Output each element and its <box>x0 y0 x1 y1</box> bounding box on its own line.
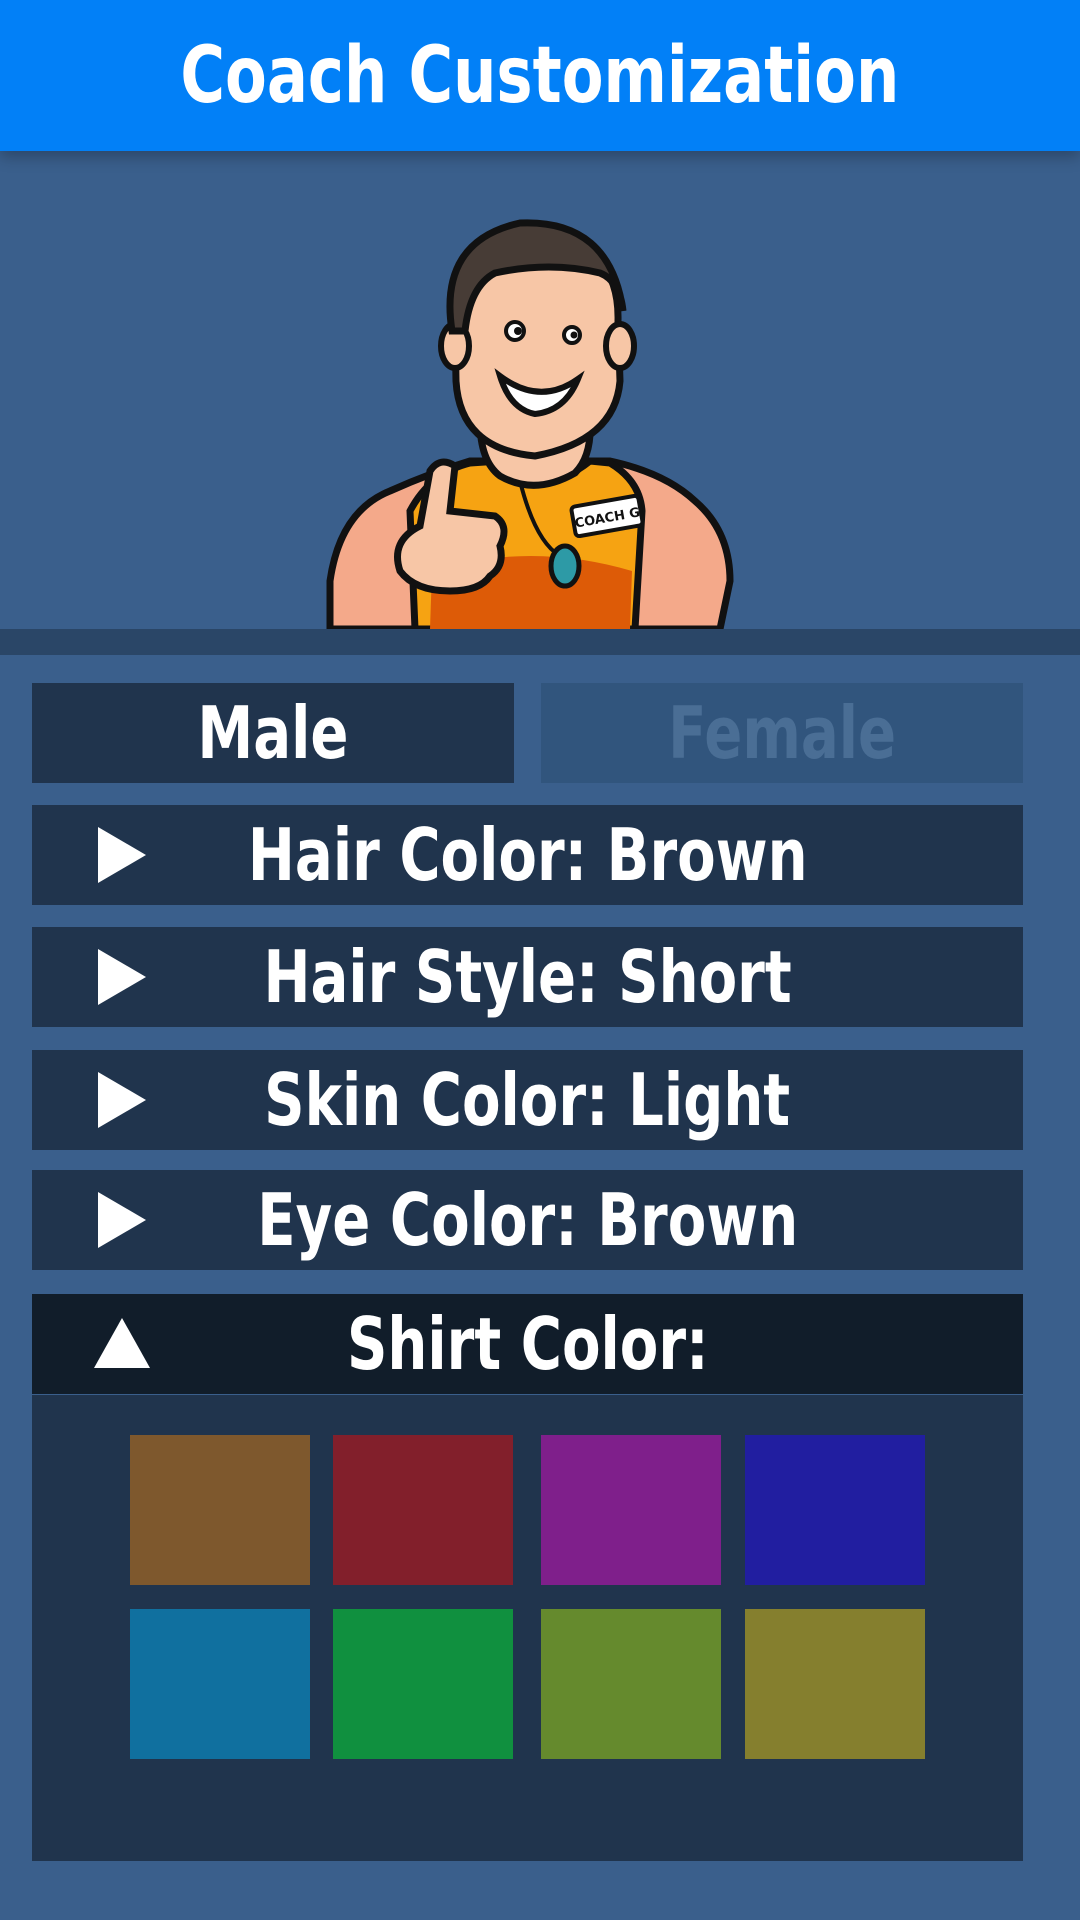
hair-color-option[interactable]: Hair Color: Brown <box>32 805 1023 905</box>
shirt-color-label: Shirt Color: <box>346 1302 709 1386</box>
gender-female-button[interactable]: Female <box>541 683 1023 783</box>
shirt-color-option[interactable]: Shirt Color: <box>32 1294 1023 1394</box>
play-right-icon <box>98 949 146 1005</box>
header-bar: Coach Customization <box>0 0 1080 151</box>
play-right-icon <box>98 1072 146 1128</box>
shirt-swatch-olive[interactable] <box>541 1609 721 1759</box>
preview-divider <box>0 629 1080 655</box>
shirt-swatch-purple[interactable] <box>541 1435 721 1585</box>
shirt-swatch-blue[interactable] <box>745 1435 925 1585</box>
play-right-icon <box>98 827 146 883</box>
hair-color-label: Hair Color: Brown <box>247 813 808 897</box>
coach-avatar: COACH G <box>326 219 734 630</box>
gender-male-button[interactable]: Male <box>32 683 514 783</box>
page-title: Coach Customization <box>180 30 900 121</box>
gender-male-label: Male <box>197 691 349 775</box>
gender-female-label: Female <box>668 691 896 775</box>
play-right-icon <box>98 1192 146 1248</box>
eye-color-option[interactable]: Eye Color: Brown <box>32 1170 1023 1270</box>
shirt-swatch-teal[interactable] <box>130 1609 310 1759</box>
avatar-preview: COACH G <box>0 151 1080 630</box>
hair-style-label: Hair Style: Short <box>263 935 792 1019</box>
triangle-up-icon <box>94 1318 150 1368</box>
skin-color-label: Skin Color: Light <box>264 1058 791 1142</box>
shirt-swatch-maroon[interactable] <box>333 1435 513 1585</box>
eye-color-label: Eye Color: Brown <box>257 1178 798 1262</box>
hair-style-option[interactable]: Hair Style: Short <box>32 927 1023 1027</box>
shirt-color-panel <box>32 1395 1023 1861</box>
shirt-swatch-green[interactable] <box>333 1609 513 1759</box>
shirt-swatch-khaki[interactable] <box>745 1609 925 1759</box>
shirt-swatch-brown[interactable] <box>130 1435 310 1585</box>
coach-customization-screen: Coach Customization COACH G Male Female … <box>0 0 1080 1920</box>
skin-color-option[interactable]: Skin Color: Light <box>32 1050 1023 1150</box>
